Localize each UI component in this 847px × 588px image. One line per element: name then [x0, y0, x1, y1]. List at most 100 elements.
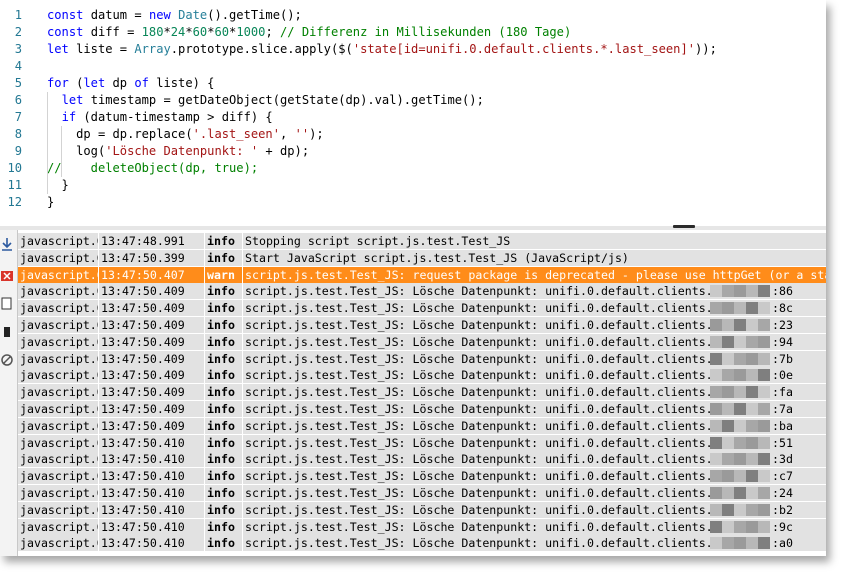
censored-pixel: [734, 419, 746, 432]
log-sev-cell: info: [205, 501, 243, 518]
log-time-cell: 13:47:50.409: [99, 283, 205, 300]
scroll-down-icon[interactable]: [0, 236, 14, 251]
code-line[interactable]: 8 dp = dp.replace('.last_seen', '');: [0, 126, 826, 143]
censored-pixel: [758, 537, 770, 550]
log-toolbar: [0, 230, 18, 556]
line-number: 4: [14, 59, 22, 73]
code-token: ,: [280, 127, 295, 141]
log-row[interactable]: javascript.0 13:47:50.410 info script.js.te…: [18, 468, 826, 485]
censored-pixel: [758, 369, 770, 382]
code-line[interactable]: 3 let liste = Array.prototype.slice.apply…: [0, 41, 826, 58]
censored-pixel: [734, 319, 746, 331]
censored-pixel: [710, 285, 722, 298]
log-row[interactable]: javascript.0 13:47:50.409 info script.js.te…: [18, 417, 826, 434]
code-line[interactable]: 9 log('Lösche Datenpunkt: ' + dp);: [0, 143, 826, 160]
splitter-handle[interactable]: [673, 225, 695, 228]
code-token: '': [294, 127, 310, 141]
log-row[interactable]: javascript.0 13:47:50.410 info script.js.te…: [18, 501, 826, 518]
code-line[interactable]: 7 if (datum-timestamp > diff) {: [0, 109, 826, 126]
log-row[interactable]: javascript.0 13:47:50.409 info script.js.te…: [18, 367, 826, 384]
censored-pixel: [710, 302, 722, 315]
code-token: 'state[id=unifi.0.default.clients.*.last…: [352, 42, 696, 56]
code-token: of: [134, 76, 157, 90]
code-line[interactable]: 11 }: [0, 177, 826, 194]
censored-pixel: [734, 453, 746, 466]
code-token: *: [185, 25, 193, 39]
code-token: Date: [178, 8, 208, 22]
indent-guide: [47, 92, 48, 194]
censored-pixel: [746, 403, 758, 415]
log-row[interactable]: javascript.0 13:47:50.409 info script.js.te…: [18, 283, 826, 300]
censored-pixel: [722, 352, 734, 365]
code-line[interactable]: 2 const diff = 180*24*60*60*1000; // Diff…: [0, 24, 826, 41]
code-token: // Differenz in Millisekunden (180 Tage): [280, 25, 572, 39]
log-row[interactable]: javascript.0 13:47:50.409 info script.js.te…: [18, 300, 826, 317]
censored-pixel: [710, 537, 722, 550]
code-line[interactable]: 10 // deleteObject(dp, true);: [0, 160, 826, 177]
log-time-cell: 13:47:50.409: [99, 300, 205, 317]
censored-pixel: [734, 487, 746, 499]
log-row[interactable]: javascript.0 13:47:50.410 info script.js.te…: [18, 518, 826, 535]
censored-pixel: [710, 369, 722, 382]
log-time-cell: 13:47:50.410: [99, 501, 205, 518]
log-row[interactable]: javascript.0 13:47:50.409 info script.js.te…: [18, 333, 826, 350]
log-row-warning[interactable]: javascript.0 13:47:50.407 warn script.js.te…: [18, 266, 826, 283]
copy-icon[interactable]: [0, 296, 14, 310]
log-src-cell: javascript.0: [20, 485, 99, 501]
log-row[interactable]: javascript.0 13:47:48.991 info Stopping scr…: [18, 233, 826, 249]
line-number: 8: [14, 127, 22, 141]
code-editor[interactable]: 1 const datum = new Date().getTime(); 2 con…: [0, 0, 826, 228]
delete-log-icon[interactable]: [0, 268, 14, 282]
censored-pixel: [734, 403, 746, 415]
filter-icon[interactable]: [0, 352, 14, 366]
log-sev-cell: info: [205, 367, 243, 384]
code-line[interactable]: 12}: [0, 194, 826, 211]
censored-pixel: [746, 453, 758, 466]
log-sev-cell: info: [205, 333, 243, 350]
log-msg-tail: :7a: [772, 402, 793, 416]
pause-icon[interactable]: [0, 324, 14, 338]
censored-pixel: [758, 319, 770, 331]
log-row[interactable]: javascript.0 13:47:50.409 info script.js.te…: [18, 401, 826, 417]
log-msg-cell: Stopping script script.js.test.Test_JS: [245, 234, 511, 248]
code-line[interactable]: 1 const datum = new Date().getTime();: [0, 7, 826, 24]
log-sev-cell: info: [205, 451, 243, 468]
log-row[interactable]: javascript.0 13:47:50.410 info script.js.te…: [18, 535, 826, 552]
log-row[interactable]: javascript.0 13:47:50.409 info script.js.te…: [18, 317, 826, 333]
censored-pixel: [722, 537, 734, 550]
censored-pixel: [758, 403, 770, 415]
code-token: Array: [134, 42, 171, 56]
line-number: 1: [14, 8, 22, 22]
log-sev-cell: warn: [205, 266, 243, 283]
log-row[interactable]: javascript.0 13:47:50.409 info script.js.te…: [18, 384, 826, 401]
log-row[interactable]: javascript.0 13:47:50.410 info script.js.te…: [18, 434, 826, 451]
log-time-cell: 13:47:50.407: [99, 266, 205, 283]
log-src-cell: javascript.0: [20, 266, 99, 283]
log-sev-cell: info: [205, 350, 243, 367]
log-msg-tail: :94: [772, 334, 793, 349]
log-row[interactable]: javascript.0 13:47:50.409 info script.js.te…: [18, 350, 826, 367]
log-time-cell: 13:47:50.409: [99, 333, 205, 350]
line-number: 11: [7, 178, 22, 192]
log-time-cell: 13:47:50.410: [99, 434, 205, 451]
log-time-cell: 13:47:50.410: [99, 468, 205, 485]
censored-pixel: [734, 369, 746, 382]
log-row[interactable]: javascript.0 13:47:50.410 info script.js.te…: [18, 451, 826, 468]
log-time-cell: 13:47:50.410: [99, 485, 205, 501]
log-sev-cell: info: [205, 317, 243, 333]
censored-pixel: [746, 419, 758, 432]
code-line[interactable]: 4: [0, 58, 826, 75]
log-row[interactable]: javascript.0 13:47:50.399 info Start JavaSc…: [18, 249, 826, 266]
script-editor-window: 1 const datum = new Date().getTime(); 2 con…: [0, 0, 826, 556]
log-msg-tail: :9c: [772, 519, 793, 534]
log-msg-tail: :8c: [772, 301, 793, 316]
code-line[interactable]: 6 let timestamp = getDateObject(getState…: [0, 92, 826, 109]
censored-pixel: [722, 369, 734, 382]
log-row[interactable]: javascript.0 13:47:50.410 info script.js.te…: [18, 485, 826, 501]
censored-pixel: [710, 470, 722, 483]
code-text: dp = dp.replace('.last_seen', '');: [47, 126, 324, 143]
censored-pixel: [722, 419, 734, 432]
code-line[interactable]: 5 for (let dp of liste) {: [0, 75, 826, 92]
code-token: ;: [265, 25, 280, 39]
censored-pixel: [722, 503, 734, 516]
